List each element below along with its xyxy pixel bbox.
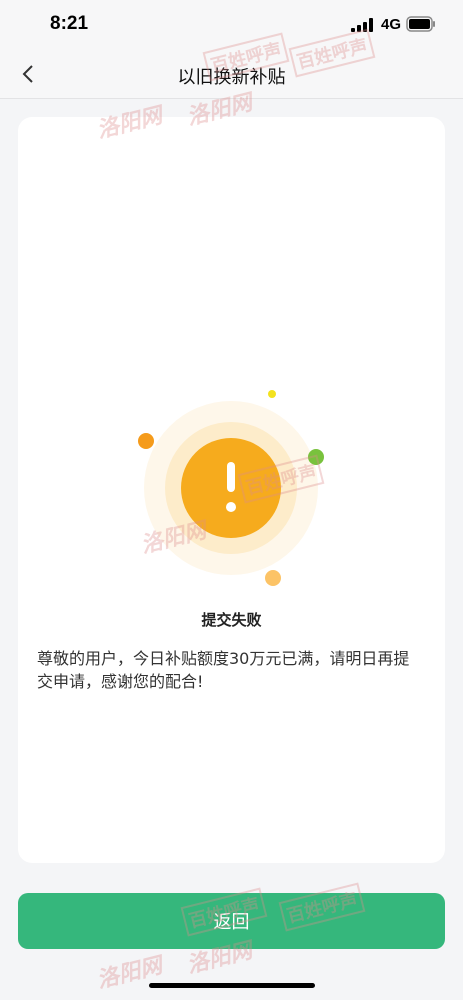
decor-dot-green <box>308 449 324 465</box>
nav-bar: 以旧换新补贴 <box>0 50 463 99</box>
network-type: 4G <box>381 16 402 33</box>
decor-dot-amber <box>265 570 281 586</box>
status-bar: 8:21 4G <box>0 0 463 50</box>
result-card: 提交失败 尊敬的用户，今日补贴额度30万元已满，请明日再提交申请，感谢您的配合! <box>18 117 445 863</box>
signal-icon <box>351 17 375 36</box>
result-message: 尊敬的用户，今日补贴额度30万元已满，请明日再提交申请，感谢您的配合! <box>37 649 410 691</box>
warning-illustration <box>138 390 324 586</box>
battery-icon <box>406 16 436 36</box>
page-title: 以旧换新补贴 <box>177 67 286 88</box>
decor-dot-yellow <box>268 390 276 398</box>
result-title: 提交失败 <box>201 611 262 629</box>
decor-dot-orange <box>138 433 154 449</box>
return-button[interactable]: 返回 <box>18 893 445 949</box>
home-indicator <box>149 983 315 988</box>
status-time: 8:21 <box>50 13 89 34</box>
